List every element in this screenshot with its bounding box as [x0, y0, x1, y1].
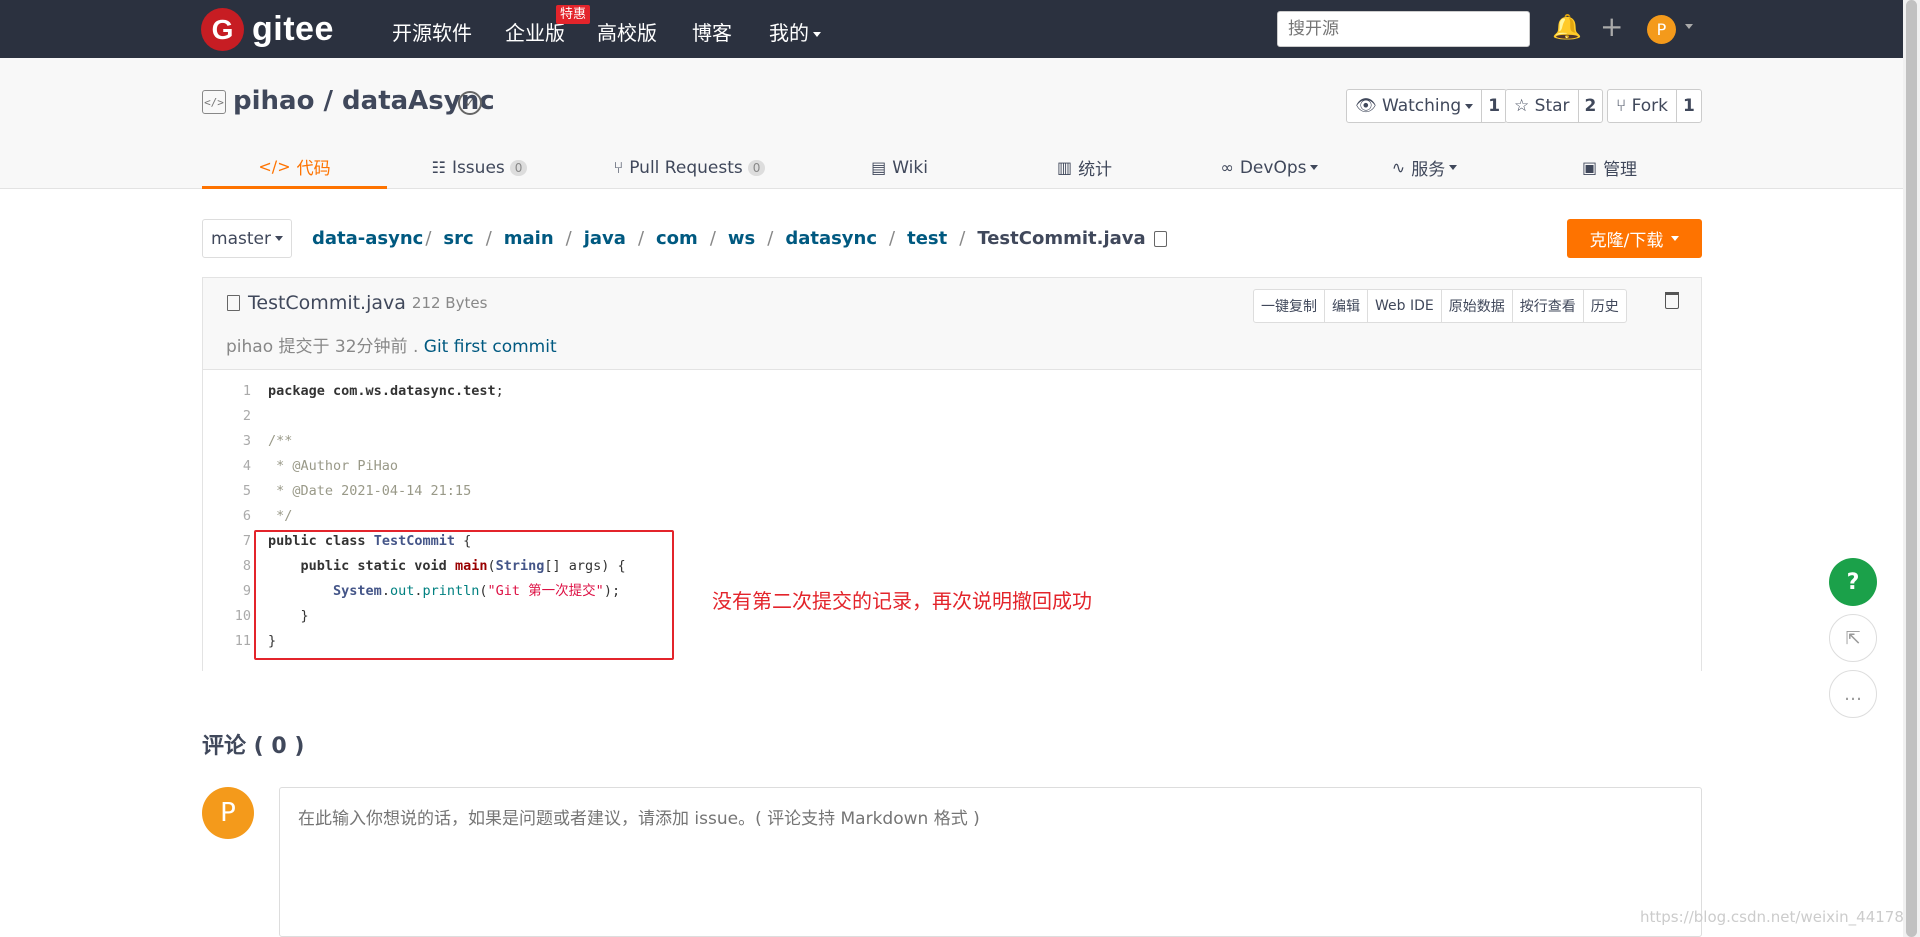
pr-count: 0 — [747, 159, 766, 176]
raw-button[interactable]: 原始数据 — [1442, 290, 1513, 322]
search-input[interactable] — [1277, 11, 1530, 47]
file-icon — [227, 295, 240, 311]
bar-chart-icon: ▥ — [1056, 158, 1073, 177]
nav-link-mine-label: 我的 — [769, 21, 809, 45]
commenter-avatar: P — [202, 787, 254, 839]
gitee-logo-icon: G — [201, 8, 244, 51]
annotation-text: 没有第二次提交的记录，再次说明撤回成功 — [712, 589, 1092, 613]
file-commit-info: pihao 提交于 32分钟前 . Git first commit — [226, 337, 557, 357]
nav-link-opensource[interactable]: 开源软件 — [392, 17, 472, 46]
breadcrumb-link[interactable]: java — [584, 228, 626, 249]
top-navbar: G gitee 开源软件 企业版 特惠 高校版 博客 我的 🔔 + P — [0, 0, 1903, 58]
tab-stats[interactable]: ▥ 统计 — [992, 146, 1177, 189]
blame-button[interactable]: 按行查看 — [1513, 290, 1584, 322]
commit-message-link[interactable]: Git first commit — [424, 337, 557, 357]
comment-input[interactable] — [279, 787, 1702, 937]
chevron-down-icon — [274, 236, 283, 241]
chevron-down-icon — [813, 32, 821, 37]
breadcrumb-link[interactable]: ws — [728, 228, 755, 249]
gitee-logo[interactable]: G gitee — [201, 8, 334, 51]
recommended-badge-icon[interactable]: ✓ — [458, 91, 482, 115]
tab-pull-requests[interactable]: ⑂ Pull Requests 0 — [572, 146, 807, 189]
plus-icon[interactable]: + — [1600, 10, 1623, 43]
watch-button-label: 👁 Watching — [1347, 90, 1483, 122]
file-actions: 一键复制 编辑 Web IDE 原始数据 按行查看 历史 — [1253, 289, 1627, 323]
help-button[interactable]: ? — [1829, 558, 1877, 606]
file-header: TestCommit.java 212 Bytes pihao 提交于 32分钟… — [203, 278, 1701, 370]
chevron-down-icon — [1671, 236, 1680, 241]
watermark: https://blog.csdn.net/weixin_44178366 — [1640, 908, 1920, 926]
scrollbar-thumb[interactable] — [1906, 0, 1917, 937]
issues-count: 0 — [509, 159, 528, 176]
comments-title: 评论 ( 0 ) — [202, 734, 305, 759]
nav-link-university[interactable]: 高校版 — [597, 17, 657, 46]
copy-path-icon[interactable] — [1153, 230, 1167, 247]
gitee-logo-text: gitee — [252, 10, 334, 48]
breadcrumb: data-async / src / main / java / com / ws / da… — [312, 228, 1167, 249]
settings-doc-icon: ▣ — [1581, 158, 1598, 177]
user-avatar[interactable]: P — [1647, 15, 1676, 44]
repo-title[interactable]: pihao / dataAsync — [233, 86, 495, 116]
clone-download-button[interactable]: 克隆/下载 — [1567, 219, 1702, 258]
fork-button-label: ⑂ Fork — [1608, 90, 1678, 122]
breadcrumb-link[interactable]: main — [504, 228, 554, 249]
tab-wiki[interactable]: ▤ Wiki — [807, 146, 992, 189]
code-icon: </> — [258, 156, 291, 176]
watch-count: 1 — [1488, 96, 1501, 116]
tab-manage[interactable]: ▣ 管理 — [1517, 146, 1702, 189]
chat-icon[interactable]: … — [1829, 670, 1877, 718]
breadcrumb-link[interactable]: src — [443, 228, 473, 249]
breadcrumb-link[interactable]: com — [656, 228, 698, 249]
pulse-icon: ∿ — [1391, 158, 1406, 177]
chevron-down-icon — [1449, 165, 1458, 170]
breadcrumb-link[interactable]: data-async — [312, 228, 423, 249]
nav-link-blog[interactable]: 博客 — [692, 17, 732, 46]
edit-button[interactable]: 编辑 — [1325, 290, 1368, 322]
star-button-label: ☆ Star — [1506, 90, 1579, 122]
notification-bell-icon[interactable]: 🔔 — [1552, 13, 1582, 41]
branch-selector[interactable]: master — [202, 219, 292, 258]
fork-button[interactable]: ⑂ Fork 1 — [1607, 89, 1702, 123]
fork-count: 1 — [1683, 96, 1695, 116]
share-icon[interactable]: ⇱ — [1829, 614, 1877, 662]
breadcrumb-current-file: TestCommit.java — [977, 228, 1146, 249]
issues-icon: ☷ — [431, 158, 446, 177]
annotation-highlight-box — [254, 530, 674, 660]
file-name: TestCommit.java 212 Bytes — [227, 292, 487, 314]
chevron-down-icon — [1465, 103, 1474, 109]
star-button[interactable]: ☆ Star 2 — [1505, 89, 1604, 123]
wiki-book-icon: ▤ — [871, 158, 887, 177]
code-repo-icon: </> — [202, 90, 226, 114]
pull-request-icon: ⑂ — [613, 158, 624, 177]
breadcrumb-link[interactable]: datasync — [785, 228, 877, 249]
breadcrumb-link[interactable]: test — [907, 228, 947, 249]
copy-all-button[interactable]: 一键复制 — [1254, 290, 1325, 322]
infinity-icon: ∞ — [1220, 158, 1234, 177]
tab-code[interactable]: </> 代码 — [202, 146, 387, 189]
delete-trash-icon[interactable] — [1665, 292, 1679, 309]
file-size: 212 Bytes — [411, 294, 488, 312]
repo-tabs: </> 代码 ☷ Issues 0 ⑂ Pull Requests 0 ▤ Wiki ▥ 统计… — [202, 146, 1702, 189]
enterprise-promo-badge: 特惠 — [556, 5, 591, 24]
page-scrollbar[interactable] — [1903, 0, 1920, 937]
watch-button[interactable]: 👁 Watching 1 — [1346, 89, 1508, 123]
tab-services[interactable]: ∿ 服务 — [1332, 146, 1517, 189]
web-ide-button[interactable]: Web IDE — [1368, 290, 1442, 322]
star-count: 2 — [1584, 96, 1597, 116]
history-button[interactable]: 历史 — [1584, 290, 1626, 322]
chevron-down-icon — [1310, 165, 1319, 170]
chevron-down-icon[interactable] — [1685, 24, 1693, 29]
repo-header: </> pihao / dataAsync ✓ 👁 Watching 1 ☆ S… — [0, 58, 1903, 189]
nav-link-mine[interactable]: 我的 — [769, 17, 821, 46]
tab-issues[interactable]: ☷ Issues 0 — [387, 146, 572, 189]
